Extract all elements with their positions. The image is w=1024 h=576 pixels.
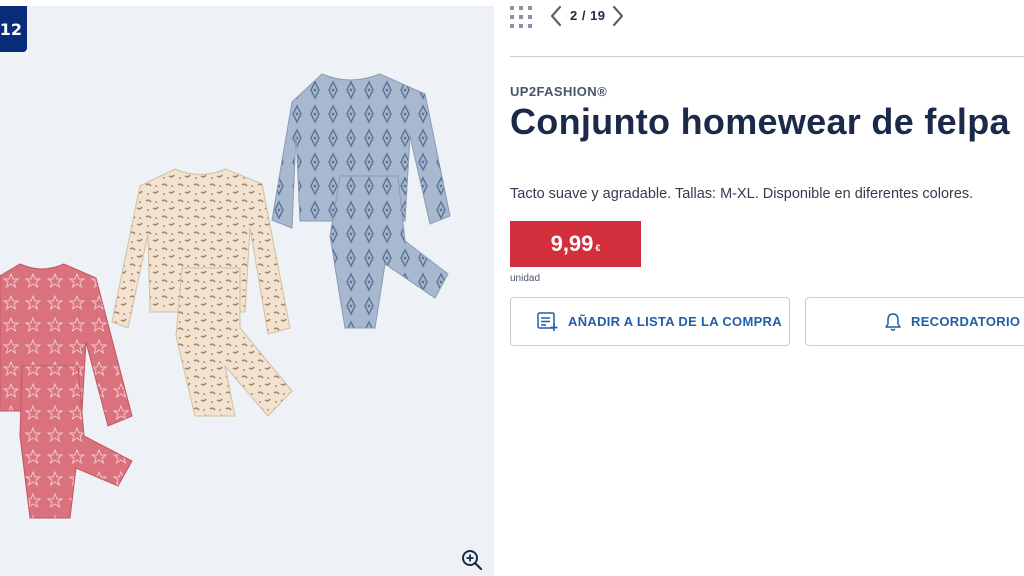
reminder-label: RECORDATORIO	[911, 314, 1021, 329]
blue-pajama-set	[271, 73, 451, 329]
add-to-shopping-list-label: AÑADIR A LISTA DE LA COMPRA	[568, 314, 782, 329]
zoom-in-icon[interactable]	[460, 548, 484, 572]
price-value: 9,99	[550, 231, 594, 256]
product-description: Tacto suave y agradable. Tallas: M-XL. D…	[510, 186, 974, 202]
beige-pajama-set	[111, 168, 293, 417]
list-add-icon	[537, 311, 558, 331]
chevron-left-icon[interactable]	[548, 5, 564, 27]
reminder-button[interactable]: RECORDATORIO	[805, 297, 1024, 346]
chevron-right-icon[interactable]	[610, 5, 626, 27]
grid-icon[interactable]	[510, 6, 532, 28]
page-number-badge: 12	[0, 6, 27, 52]
image-counter: 2 / 19	[570, 8, 606, 23]
price-unit: unidad	[510, 273, 541, 284]
price-tag: 9,99 €	[510, 221, 641, 267]
product-brand: UP2FASHION®	[510, 84, 608, 99]
bell-icon	[885, 312, 901, 331]
divider	[510, 56, 1024, 57]
gallery-navigation: 2 / 19	[510, 0, 1024, 34]
add-to-shopping-list-button[interactable]: AÑADIR A LISTA DE LA COMPRA	[510, 297, 790, 346]
price-currency: €	[595, 243, 601, 253]
product-image[interactable]	[0, 6, 494, 576]
product-title: Conjunto homewear de felpa	[510, 101, 1010, 142]
pink-pajama-set	[0, 263, 133, 519]
product-image-panel[interactable]: 12	[0, 6, 494, 576]
